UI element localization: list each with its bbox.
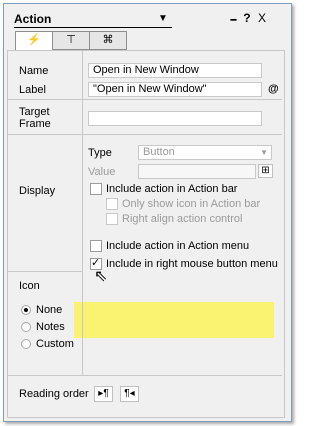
display-lower: Include action in Action menu ✓ Include … [8,135,282,285]
name-field[interactable]: Open in New Window [88,63,262,78]
ltr-paragraph-icon: ▸¶ [98,388,109,399]
include-menu-label: Include action in Action menu [106,240,250,252]
reading-order-label: Reading order [19,388,89,400]
icon-none-radio[interactable] [21,305,31,315]
icon-custom-label: Custom [36,338,74,350]
divider [82,100,83,134]
title-dropdown[interactable]: Action ▼ [8,12,172,28]
lightning-icon: ⚡ [27,34,41,46]
properties-content: Name Open in New Window Label "Open in N… [7,50,285,418]
divider [82,135,83,375]
icon-custom-radio[interactable] [21,339,31,349]
dropdown-caret-icon[interactable]: ▼ [158,13,168,24]
titlebar-icons: ▪▪▪▪ ? X [226,11,266,25]
divider [82,51,83,99]
name-label: Name [19,65,49,77]
target-label: Target [19,106,50,118]
reading-order-section: Reading order ▸¶ ¶◂ [8,376,282,416]
icon-none-label: None [36,304,63,316]
magic-icon: ⌘ [102,34,114,46]
highlight-marker [74,302,274,338]
at-formula-icon[interactable]: @ [268,83,279,95]
drag-handle-icon[interactable]: ▪▪▪▪ [230,17,237,24]
target-frame-field[interactable] [88,111,262,126]
left-to-right-button[interactable]: ▸¶ [94,386,113,402]
underline-icon: ⊤ [66,34,76,46]
label-label: Label [19,84,46,96]
right-to-left-button[interactable]: ¶◂ [120,386,139,402]
help-icon[interactable]: ? [243,11,250,25]
name-label-section: Name Open in New Window Label "Open in N… [8,51,282,100]
icon-notes-radio[interactable] [21,322,31,332]
rtl-paragraph-icon: ¶◂ [124,388,135,399]
tab-action-info[interactable]: ⚡ [15,31,53,51]
tab-format[interactable]: ⊤ [52,31,90,50]
icon-section: Icon None Notes Custom [8,272,82,375]
target-frame-section: Target Frame [8,100,282,135]
panel-title: Action [14,12,52,26]
icon-label: Icon [19,280,40,292]
include-right-mouse-label: Include in right mouse button menu [106,258,278,270]
tab-advanced[interactable]: ⌘ [89,31,127,50]
icon-notes-label: Notes [36,321,65,333]
frame-label: Frame [19,118,51,130]
label-field[interactable]: "Open in New Window" [88,82,262,97]
mouse-cursor-icon: ⇖ [94,268,108,285]
include-menu-checkbox[interactable] [90,240,102,252]
close-icon[interactable]: X [258,11,266,25]
title-underline [14,27,172,28]
